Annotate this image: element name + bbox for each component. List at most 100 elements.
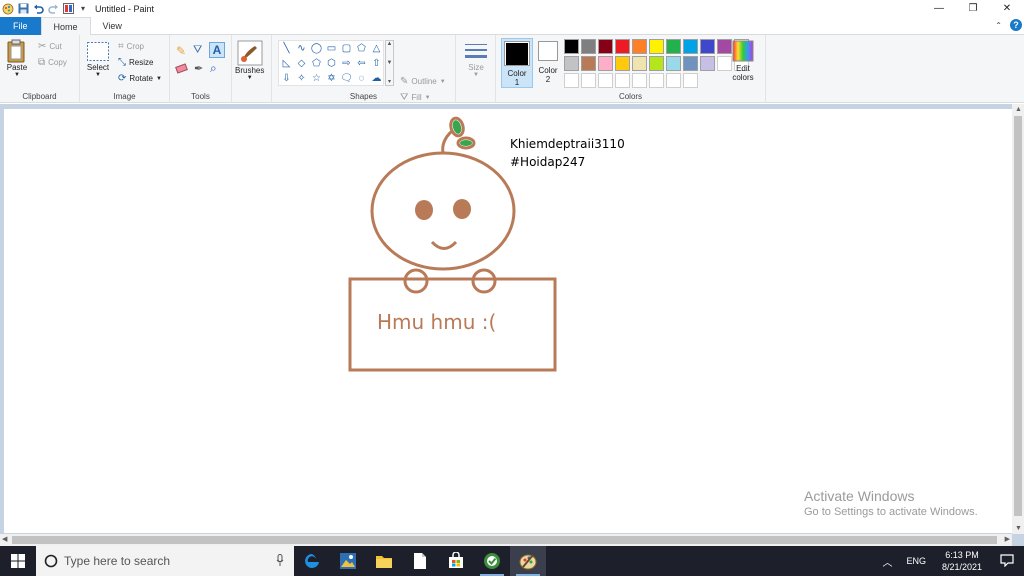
oval-shape-icon[interactable]: ◯ <box>309 41 324 56</box>
rotate-button[interactable]: ⟳ Rotate ▼ <box>118 73 162 84</box>
language-indicator[interactable]: ENG <box>900 556 932 566</box>
six-point-star-shape-icon[interactable]: ✡ <box>324 71 339 86</box>
fill-button[interactable]: ⛛ Fill ▼ <box>400 92 431 103</box>
palette-swatch[interactable] <box>615 39 630 54</box>
minimize-button[interactable]: — <box>922 0 956 17</box>
crop-button[interactable]: ⌗ Crop <box>118 41 144 52</box>
palette-swatch[interactable] <box>700 56 715 71</box>
text-tool-icon[interactable]: A <box>209 42 225 58</box>
four-point-star-shape-icon[interactable]: ✧ <box>294 71 309 86</box>
notifications-icon[interactable] <box>992 553 1024 569</box>
photo-app-taskbar-icon[interactable] <box>330 546 366 576</box>
expand-gallery-icon[interactable]: ▾ <box>388 78 391 85</box>
palette-swatch[interactable] <box>564 39 579 54</box>
select-button[interactable]: Select ▼ <box>86 41 110 78</box>
cloud-callout-shape-icon[interactable]: ☁ <box>369 71 384 86</box>
outline-button[interactable]: ✎ Outline ▼ <box>400 76 446 87</box>
tab-view[interactable]: View <box>91 17 134 35</box>
restore-button[interactable]: ❐ <box>956 0 990 17</box>
palette-swatch[interactable] <box>683 39 698 54</box>
palette-swatch[interactable] <box>615 56 630 71</box>
palette-swatch[interactable] <box>666 73 681 88</box>
vertical-scrollbar[interactable]: ▲ ▼ <box>1012 104 1024 534</box>
fill-bucket-icon[interactable]: ⛛ <box>193 44 202 57</box>
palette-swatch[interactable] <box>581 73 596 88</box>
palette-swatch[interactable] <box>632 56 647 71</box>
up-arrow-shape-icon[interactable]: ⇧ <box>369 56 384 71</box>
undo-icon[interactable] <box>32 3 44 15</box>
size-button[interactable]: Size ▼ <box>464 41 488 78</box>
vertical-scroll-thumb[interactable] <box>1014 116 1022 516</box>
triangle-shape-icon[interactable]: △ <box>369 41 384 56</box>
help-icon[interactable]: ? <box>1010 19 1022 31</box>
hexagon-shape-icon[interactable]: ⬡ <box>324 56 339 71</box>
file-explorer-taskbar-icon[interactable] <box>366 546 402 576</box>
diamond-shape-icon[interactable]: ◇ <box>294 56 309 71</box>
palette-swatch[interactable] <box>666 56 681 71</box>
palette-swatch[interactable] <box>581 56 596 71</box>
paste-button[interactable]: Paste ▼ <box>6 39 28 78</box>
right-triangle-shape-icon[interactable]: ◺ <box>279 56 294 71</box>
save-icon[interactable] <box>17 3 29 15</box>
scroll-down-icon[interactable]: ▼ <box>387 60 393 66</box>
clock[interactable]: 6:13 PM 8/21/2021 <box>932 549 992 573</box>
line-shape-icon[interactable]: ╲ <box>279 41 294 56</box>
palette-swatch[interactable] <box>564 73 579 88</box>
paint-app-icon[interactable] <box>2 3 14 15</box>
palette-swatch[interactable] <box>598 39 613 54</box>
eraser-icon[interactable] <box>175 63 188 74</box>
qat-palette-icon[interactable] <box>62 3 74 15</box>
curve-shape-icon[interactable]: ∿ <box>294 41 309 56</box>
shapes-gallery-scroll[interactable]: ▲ ▼ ▾ <box>385 40 394 86</box>
copy-button[interactable]: ⧉ Copy <box>38 57 67 68</box>
palette-swatch[interactable] <box>717 56 732 71</box>
drawing-canvas[interactable]: Khiemdeptraii3110 #Hoidap247 Hmu hmu :( <box>4 109 1012 533</box>
rectangle-shape-icon[interactable]: ▭ <box>324 41 339 56</box>
edit-colors-button[interactable]: Edit colors <box>732 40 754 82</box>
green-app-taskbar-icon[interactable] <box>474 546 510 576</box>
resize-button[interactable]: ⤡ Resize <box>118 57 153 68</box>
edge-taskbar-icon[interactable] <box>294 546 330 576</box>
close-button[interactable]: ✕ <box>990 0 1024 17</box>
palette-swatch[interactable] <box>598 73 613 88</box>
rect-callout-shape-icon[interactable]: 🗨 <box>339 71 354 86</box>
pentagon-shape-icon[interactable]: ⬠ <box>309 56 324 71</box>
rounded-rectangle-shape-icon[interactable]: ▢ <box>339 41 354 56</box>
polygon-shape-icon[interactable]: ⬠ <box>354 41 369 56</box>
palette-swatch[interactable] <box>666 39 681 54</box>
taskbar-search[interactable]: Type here to search <box>36 546 294 576</box>
microphone-icon[interactable] <box>276 554 284 570</box>
palette-swatch[interactable] <box>564 56 579 71</box>
palette-swatch[interactable] <box>632 73 647 88</box>
collapse-ribbon-icon[interactable]: ⌃ <box>995 21 1002 30</box>
palette-swatch[interactable] <box>683 56 698 71</box>
palette-swatch[interactable] <box>683 73 698 88</box>
scroll-up-arrow-icon[interactable]: ▲ <box>1015 106 1022 113</box>
scroll-up-icon[interactable]: ▲ <box>387 41 393 47</box>
redo-icon[interactable] <box>47 3 59 15</box>
palette-swatch[interactable] <box>581 39 596 54</box>
magnifier-icon[interactable]: ⌕ <box>210 61 217 76</box>
palette-swatch[interactable] <box>598 56 613 71</box>
palette-swatch[interactable] <box>700 39 715 54</box>
start-button[interactable] <box>0 546 36 576</box>
palette-swatch[interactable] <box>649 56 664 71</box>
oval-callout-shape-icon[interactable]: ◌ <box>354 71 369 86</box>
paint-taskbar-icon[interactable] <box>510 546 546 576</box>
notepad-taskbar-icon[interactable] <box>402 546 438 576</box>
palette-swatch[interactable] <box>615 73 630 88</box>
scroll-left-arrow-icon[interactable]: ◀ <box>2 535 7 543</box>
store-taskbar-icon[interactable] <box>438 546 474 576</box>
horizontal-scrollbar[interactable]: ◀ ▶ <box>0 534 1012 546</box>
qat-customize-icon[interactable]: ▾ <box>77 3 89 15</box>
pencil-icon[interactable]: ✎ <box>176 44 186 58</box>
scroll-down-arrow-icon[interactable]: ▼ <box>1015 525 1022 532</box>
palette-swatch[interactable] <box>632 39 647 54</box>
left-arrow-shape-icon[interactable]: ⇦ <box>354 56 369 71</box>
horizontal-scroll-thumb[interactable] <box>12 536 997 544</box>
brushes-button[interactable]: Brushes ▼ <box>235 40 264 81</box>
five-point-star-shape-icon[interactable]: ☆ <box>309 71 324 86</box>
palette-swatch[interactable] <box>649 39 664 54</box>
palette-swatch[interactable] <box>649 73 664 88</box>
cut-button[interactable]: ✂ Cut <box>38 41 62 52</box>
